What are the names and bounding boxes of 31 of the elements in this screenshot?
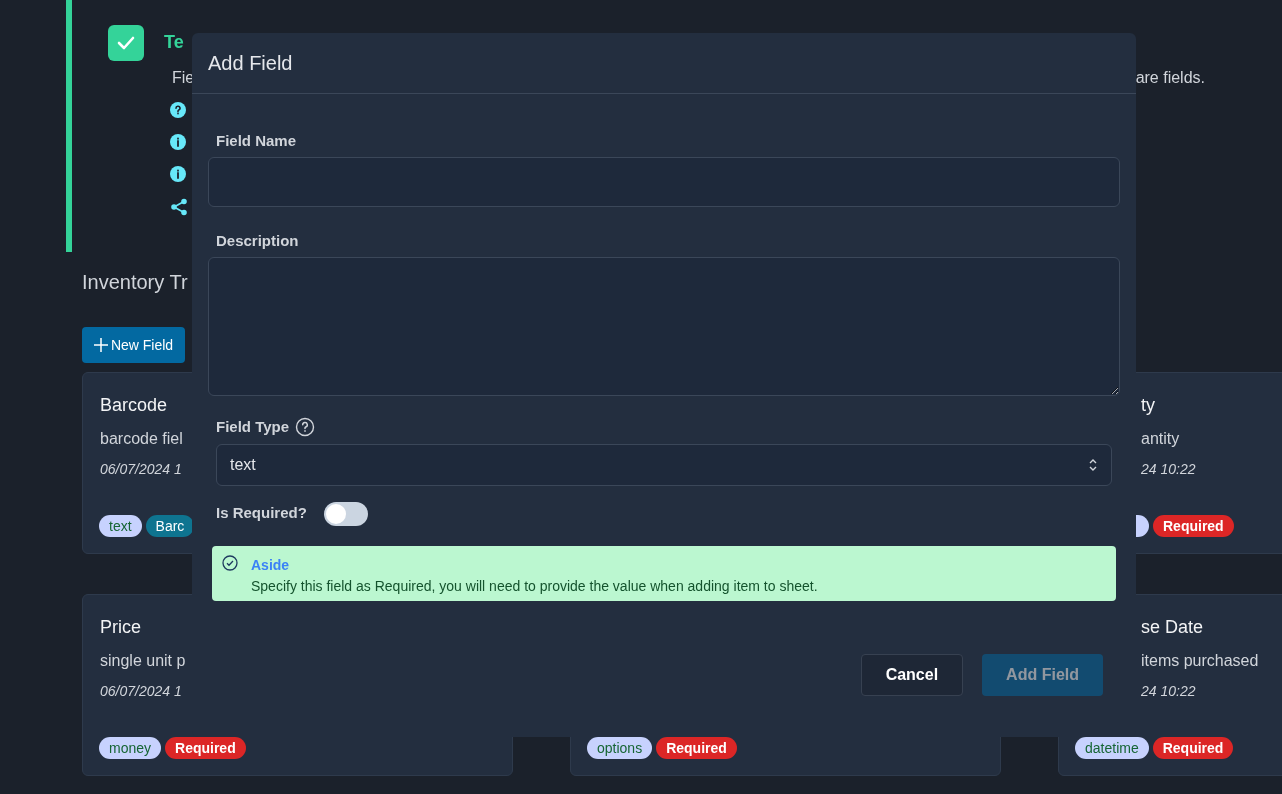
aside-text: Specify this field as Required, you will need to provide the value when adding item to sheet. — [251, 576, 818, 596]
field-tag: Required — [1153, 515, 1234, 537]
card-date: 06/07/2024 1 — [100, 682, 182, 701]
card-description: single unit p — [100, 651, 186, 671]
field-tag: Required — [1152, 737, 1234, 759]
card-date: 06/07/2024 1 — [100, 460, 182, 479]
card-date: 24 10:22 — [1141, 460, 1196, 479]
card-description: antity — [1141, 429, 1180, 449]
card-description: barcode fiel — [100, 429, 183, 449]
card-title: ty — [1141, 394, 1155, 417]
field-tag: Barc — [145, 515, 195, 537]
template-description: are fields. — [1135, 68, 1205, 88]
field-label: Is Required? — [216, 503, 307, 524]
field-label: Description — [216, 232, 299, 249]
field-tag: text — [99, 515, 142, 537]
card-title: Price — [100, 616, 141, 639]
field-tag: Required — [656, 737, 737, 759]
aside-title: Aside — [251, 555, 291, 575]
field-tag: money — [99, 737, 162, 759]
card-date: 24 10:22 — [1141, 682, 1196, 701]
field-tag: Required — [165, 737, 246, 759]
card-description: items purchased — [1141, 651, 1259, 671]
field-tag: datetime — [1075, 737, 1149, 759]
template-title: Te — [164, 31, 184, 54]
field-tag: options — [587, 737, 653, 759]
dialog-title: Add Field — [208, 51, 293, 76]
section-title: Inventory Tr — [82, 270, 189, 295]
card-title: se Date — [1141, 616, 1204, 639]
field-label: Field Name — [216, 132, 297, 149]
card-title: Barcode — [100, 394, 168, 417]
field-label: Field Type — [216, 417, 290, 437]
